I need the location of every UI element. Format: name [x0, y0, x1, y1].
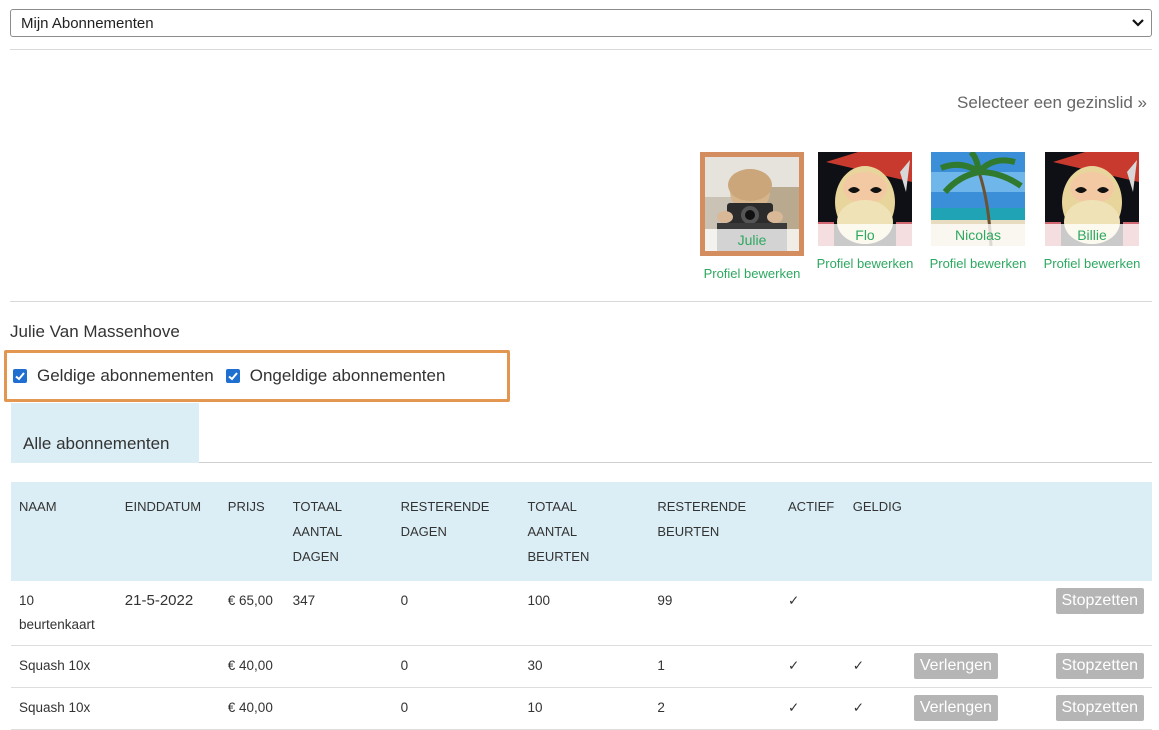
column-header-resterende-dagen: RESTERENDE DAGEN	[392, 482, 520, 581]
edit-profile-link[interactable]: Profiel bewerken	[698, 266, 806, 281]
cell-verlengen	[909, 581, 1028, 646]
column-header-actief: ACTIEF	[780, 482, 845, 581]
stop-subscription-button[interactable]: Stopzetten	[1055, 653, 1144, 679]
cell-actief: ✓	[780, 645, 845, 688]
avatar[interactable]: Nicolas	[931, 152, 1025, 246]
column-header-totaal-beurten: TOTAAL AANTAL BEURTEN	[519, 482, 650, 581]
edit-profile-link[interactable]: Profiel bewerken	[1038, 256, 1146, 271]
valid-subscriptions-filter[interactable]: Geldige abonnementen	[13, 366, 214, 386]
family-member-flo[interactable]: Flo Profiel bewerken	[811, 152, 919, 271]
extend-subscription-button[interactable]: Verlengen	[913, 653, 998, 679]
valid-subscriptions-label: Geldige abonnementen	[37, 366, 214, 385]
cell-totaal-dagen	[284, 645, 393, 688]
chevron-down-icon	[1132, 19, 1144, 27]
tab-divider	[199, 462, 1152, 463]
cell-totaal-beurten: 30	[519, 645, 650, 688]
cell-resterende-dagen: 0	[392, 645, 520, 688]
column-header-empty	[909, 482, 1028, 581]
edit-profile-link[interactable]: Profiel bewerken	[924, 256, 1032, 271]
avatar[interactable]: Julie	[700, 152, 804, 256]
cell-totaal-dagen: 347	[284, 581, 393, 646]
cell-einddatum: 21-5-2022	[116, 581, 220, 646]
column-header-empty	[1027, 482, 1152, 581]
cell-verlengen: Verlengen	[909, 645, 1028, 688]
family-member-name: Flo	[818, 224, 912, 246]
cell-totaal-beurten: 100	[519, 581, 650, 646]
subscription-filters: Geldige abonnementen Ongeldige abonnemen…	[4, 350, 510, 402]
select-family-member-label: Selecteer een gezinslid »	[957, 93, 1147, 112]
family-member-billie[interactable]: Billie Profiel bewerken	[1038, 152, 1146, 271]
cell-stopzetten: Stopzetten	[1027, 687, 1152, 730]
table-header-row: NAAM EINDDATUM PRIJS TOTAAL AANTAL DAGEN…	[11, 482, 1152, 581]
check-icon	[15, 372, 25, 381]
family-member-name: Julie	[705, 229, 799, 251]
cell-prijs: € 40,00	[219, 687, 285, 730]
tab-label: Alle abonnementen	[23, 434, 170, 453]
checkbox-checked[interactable]	[13, 369, 27, 383]
subscription-select[interactable]: Mijn Abonnementen	[10, 9, 1152, 37]
avatar[interactable]: Flo	[818, 152, 912, 246]
cell-actief: ✓	[780, 687, 845, 730]
stop-subscription-button[interactable]: Stopzetten	[1055, 695, 1144, 721]
cell-resterende-beurten: 1	[649, 645, 781, 688]
cell-stopzetten: Stopzetten	[1027, 645, 1152, 688]
cell-geldig: ✓	[844, 687, 910, 730]
column-header-geldig: GELDIG	[844, 482, 910, 581]
column-header-einddatum: EINDDATUM	[116, 482, 220, 581]
divider	[10, 301, 1152, 302]
table-row: Squash 10x € 40,00 0 10 2 ✓ ✓ Verlengen …	[11, 687, 1152, 730]
checkbox-checked[interactable]	[225, 369, 240, 383]
cell-resterende-dagen: 0	[392, 687, 520, 730]
column-header-naam: NAAM	[11, 482, 117, 581]
family-member-nicolas[interactable]: Nicolas Profiel bewerken	[924, 152, 1032, 271]
cell-naam: 10 beurtenkaart	[11, 581, 117, 646]
cell-stopzetten: Stopzetten	[1027, 581, 1152, 646]
cell-einddatum	[116, 645, 220, 688]
table-row: 10 beurtenkaart 21-5-2022 € 65,00 347 0 …	[11, 581, 1152, 646]
cell-actief: ✓	[780, 581, 845, 646]
family-member-name: Nicolas	[931, 224, 1025, 246]
subscriptions-table: NAAM EINDDATUM PRIJS TOTAAL AANTAL DAGEN…	[11, 482, 1152, 730]
stop-subscription-button[interactable]: Stopzetten	[1055, 588, 1144, 614]
column-header-prijs: PRIJS	[219, 482, 285, 581]
cell-totaal-beurten: 10	[519, 687, 650, 730]
cell-naam: Squash 10x	[11, 645, 117, 688]
divider	[10, 49, 1152, 50]
invalid-subscriptions-label: Ongeldige abonnementen	[249, 366, 446, 385]
cell-resterende-beurten: 2	[649, 687, 781, 730]
check-icon	[228, 372, 238, 381]
column-header-resterende-beurten: RESTERENDE BEURTEN	[649, 482, 781, 581]
subscription-select-value: Mijn Abonnementen	[21, 14, 154, 32]
tab-all-subscriptions[interactable]: Alle abonnementen	[11, 403, 199, 463]
family-member-name: Billie	[1045, 224, 1139, 246]
cell-naam: Squash 10x	[11, 687, 117, 730]
cell-resterende-beurten: 99	[649, 581, 781, 646]
cell-resterende-dagen: 0	[392, 581, 520, 646]
cell-prijs: € 40,00	[219, 645, 285, 688]
cell-verlengen: Verlengen	[909, 687, 1028, 730]
column-header-totaal-dagen: TOTAAL AANTAL DAGEN	[284, 482, 393, 581]
table-row: Squash 10x € 40,00 0 30 1 ✓ ✓ Verlengen …	[11, 645, 1152, 688]
cell-prijs: € 65,00	[219, 581, 285, 646]
cell-geldig: ✓	[844, 645, 910, 688]
selected-user-name: Julie Van Massenhove	[10, 322, 180, 341]
cell-einddatum	[116, 687, 220, 730]
family-member-julie[interactable]: Julie Profiel bewerken	[698, 152, 806, 281]
cell-geldig	[844, 581, 910, 646]
invalid-subscriptions-filter[interactable]: Ongeldige abonnementen	[225, 366, 446, 386]
edit-profile-link[interactable]: Profiel bewerken	[811, 256, 919, 271]
cell-totaal-dagen	[284, 687, 393, 730]
extend-subscription-button[interactable]: Verlengen	[913, 695, 998, 721]
avatar[interactable]: Billie	[1045, 152, 1139, 246]
